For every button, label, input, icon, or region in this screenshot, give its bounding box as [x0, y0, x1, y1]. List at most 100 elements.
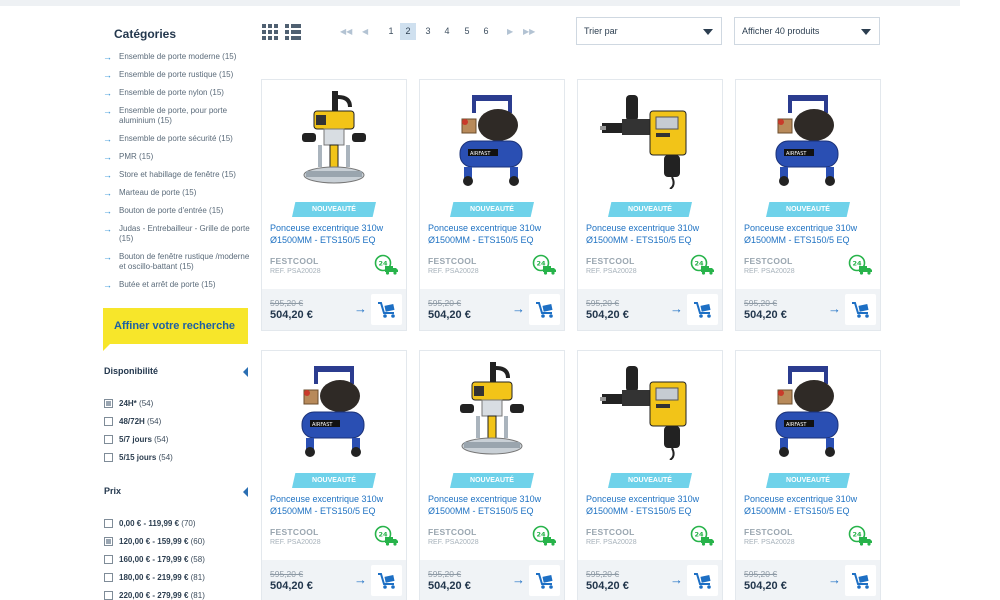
page-number[interactable]: 3: [420, 23, 436, 40]
product-name-link[interactable]: Ponceuse excentrique 310w Ø1500MM - ETS1…: [428, 222, 560, 246]
add-to-cart-button[interactable]: [529, 294, 560, 325]
category-link[interactable]: → Ensemble de porte sécurité (15): [100, 134, 250, 144]
page-number[interactable]: 6: [478, 23, 494, 40]
per-page-select[interactable]: Afficher 40 produits: [734, 17, 880, 45]
product-image[interactable]: [420, 351, 564, 469]
add-to-cart-button[interactable]: [371, 294, 402, 325]
svg-text:AIRFAST: AIRFAST: [312, 422, 333, 428]
category-link[interactable]: → Store et habillage de fenêtre (15): [100, 170, 250, 180]
checkbox[interactable]: [104, 591, 113, 600]
product-ref: REF. PSA20028: [586, 539, 637, 546]
product-card[interactable]: NOUVEAUTÉ Ponceuse excentrique 310w Ø1500…: [261, 79, 407, 331]
product-name-link[interactable]: Ponceuse excentrique 310w Ø1500MM - ETS1…: [270, 493, 402, 517]
checkbox[interactable]: [104, 537, 113, 546]
product-card[interactable]: NOUVEAUTÉ Ponceuse excentrique 310w Ø1500…: [419, 350, 565, 600]
category-link[interactable]: → Ensemble de porte, pour porte aluminium…: [100, 106, 250, 126]
checkbox[interactable]: [104, 417, 113, 426]
category-link[interactable]: → Butée et arrêt de porte (15): [100, 280, 250, 290]
product-footer: 595,20 €504,20 € →: [420, 560, 564, 600]
option-label: 220,00 € - 279,99 €: [119, 591, 189, 600]
checkbox[interactable]: [104, 555, 113, 564]
category-link[interactable]: → Judas - Entrebailleur - Grille de porte…: [100, 224, 250, 244]
product-image[interactable]: [578, 80, 722, 198]
checkbox[interactable]: [104, 453, 113, 462]
sort-select[interactable]: Trier par: [576, 17, 722, 45]
price-option[interactable]: 220,00 € - 279,99 € (81): [104, 591, 252, 600]
product-card[interactable]: AIRFAST NOUVEAUTÉ Ponceuse excentrique 310…: [735, 79, 881, 331]
arrow-right-icon[interactable]: →: [828, 573, 841, 587]
availability-option[interactable]: 48/72H (54): [104, 417, 252, 435]
add-to-cart-button[interactable]: [687, 294, 718, 325]
add-to-cart-button[interactable]: [845, 294, 876, 325]
current-price: 504,20 €: [586, 580, 629, 592]
category-link[interactable]: → Marteau de porte (15): [100, 188, 250, 198]
product-name-link[interactable]: Ponceuse excentrique 310w Ø1500MM - ETS1…: [586, 493, 718, 517]
delivery-24h-icon: 24: [690, 525, 714, 546]
arrow-right-icon[interactable]: →: [670, 302, 683, 316]
category-link[interactable]: → Bouton de porte d'entrée (15): [100, 206, 250, 216]
new-badge: NOUVEAUTÉ: [450, 473, 534, 488]
checkbox[interactable]: [104, 435, 113, 444]
price-option[interactable]: 120,00 € - 159,99 € (60): [104, 537, 252, 555]
product-name-link[interactable]: Ponceuse excentrique 310w Ø1500MM - ETS1…: [744, 493, 876, 517]
collapse-arrow-icon[interactable]: [243, 367, 248, 377]
page-number[interactable]: 4: [439, 23, 455, 40]
old-price: 595,20 €: [428, 298, 462, 308]
checkbox[interactable]: [104, 573, 113, 582]
product-name-link[interactable]: Ponceuse excentrique 310w Ø1500MM - ETS1…: [586, 222, 718, 246]
category-link[interactable]: → Ensemble de porte moderne (15): [100, 52, 250, 62]
arrow-right-icon[interactable]: →: [354, 573, 367, 587]
first-page-icon[interactable]: ◀◀: [340, 23, 352, 40]
product-card[interactable]: AIRFAST NOUVEAUTÉ Ponceuse excentrique 310…: [419, 79, 565, 331]
availability-option[interactable]: 5/7 jours (54): [104, 435, 252, 453]
product-card[interactable]: NOUVEAUTÉ Ponceuse excentrique 310w Ø1500…: [577, 350, 723, 600]
category-link[interactable]: → Bouton de fenêtre rustique /moderne et …: [100, 252, 250, 272]
current-price: 504,20 €: [428, 309, 471, 321]
product-name-link[interactable]: Ponceuse excentrique 310w Ø1500MM - ETS1…: [428, 493, 560, 517]
next-page-icon[interactable]: ▶: [507, 23, 513, 40]
product-name-link[interactable]: Ponceuse excentrique 310w Ø1500MM - ETS1…: [744, 222, 876, 246]
checkbox[interactable]: [104, 399, 113, 408]
list-view-icon[interactable]: [285, 24, 301, 40]
product-image[interactable]: [578, 351, 722, 469]
product-image[interactable]: AIRFAST: [736, 351, 880, 469]
price-option[interactable]: 180,00 € - 219,99 € (81): [104, 573, 252, 591]
page-number[interactable]: 2: [400, 23, 416, 40]
availability-option[interactable]: 5/15 jours (54): [104, 453, 252, 471]
category-link[interactable]: → Ensemble de porte nylon (15): [100, 88, 250, 98]
product-card[interactable]: AIRFAST NOUVEAUTÉ Ponceuse excentrique 310…: [735, 350, 881, 600]
prev-page-icon[interactable]: ◀: [362, 23, 368, 40]
arrow-right-icon[interactable]: →: [670, 573, 683, 587]
product-image[interactable]: [262, 80, 406, 198]
category-link[interactable]: → PMR (15): [100, 152, 250, 162]
add-to-cart-button[interactable]: [687, 565, 718, 596]
add-to-cart-button[interactable]: [371, 565, 402, 596]
price-filter-header[interactable]: Prix: [104, 486, 248, 497]
arrow-right-icon[interactable]: →: [828, 302, 841, 316]
product-brand: FESTCOOL: [270, 256, 319, 266]
price-option[interactable]: 0,00 € - 119,99 € (70): [104, 519, 252, 537]
arrow-right-icon[interactable]: →: [354, 302, 367, 316]
add-to-cart-button[interactable]: [845, 565, 876, 596]
collapse-arrow-icon[interactable]: [243, 487, 248, 497]
product-image[interactable]: AIRFAST: [736, 80, 880, 198]
checkbox[interactable]: [104, 519, 113, 528]
grid-view-icon[interactable]: [262, 24, 278, 40]
cart-icon: [851, 572, 869, 589]
price-option[interactable]: 160,00 € - 179,99 € (58): [104, 555, 252, 573]
last-page-icon[interactable]: ▶▶: [523, 23, 535, 40]
product-card[interactable]: AIRFAST NOUVEAUTÉ Ponceuse excentrique 310…: [261, 350, 407, 600]
availability-option[interactable]: 24H* (54): [104, 399, 252, 417]
delivery-24h-icon: 24: [374, 254, 398, 275]
availability-filter-header[interactable]: Disponibilité: [104, 366, 248, 377]
arrow-right-icon[interactable]: →: [512, 573, 525, 587]
product-image[interactable]: AIRFAST: [262, 351, 406, 469]
page-number[interactable]: 5: [459, 23, 475, 40]
product-image[interactable]: AIRFAST: [420, 80, 564, 198]
product-card[interactable]: NOUVEAUTÉ Ponceuse excentrique 310w Ø1500…: [577, 79, 723, 331]
add-to-cart-button[interactable]: [529, 565, 560, 596]
arrow-right-icon[interactable]: →: [512, 302, 525, 316]
page-number[interactable]: 1: [383, 23, 399, 40]
category-link[interactable]: → Ensemble de porte rustique (15): [100, 70, 250, 80]
product-name-link[interactable]: Ponceuse excentrique 310w Ø1500MM - ETS1…: [270, 222, 402, 246]
